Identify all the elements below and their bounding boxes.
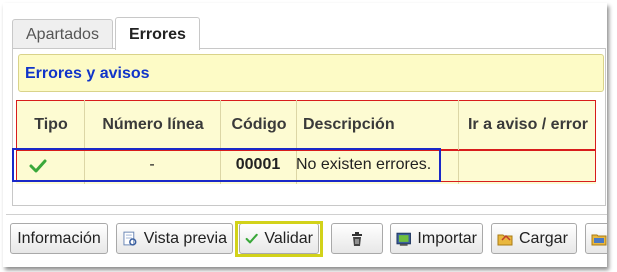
vista-previa-button[interactable]: Vista previa	[116, 223, 233, 254]
table-header: Tipo Número línea Código Descripción Ir …	[16, 100, 596, 150]
ir-a-aviso-cell[interactable]	[458, 150, 596, 182]
cargar-button[interactable]: Cargar	[491, 223, 577, 254]
column-codigo[interactable]: Código	[221, 101, 297, 149]
informacion-button[interactable]: Información	[10, 223, 108, 254]
vista-previa-button-label: Vista previa	[143, 229, 227, 247]
column-tipo[interactable]: Tipo	[17, 101, 85, 149]
validar-highlight-box	[235, 221, 323, 257]
delete-button[interactable]	[331, 223, 383, 254]
trash-icon	[352, 231, 362, 246]
tab-errores[interactable]: Errores	[114, 17, 200, 50]
document-preview-icon	[123, 231, 137, 246]
folder-load-icon	[497, 234, 513, 245]
column-numero-linea[interactable]: Número línea	[85, 101, 221, 149]
folder-button[interactable]	[585, 223, 607, 254]
cargar-button-label: Cargar	[519, 229, 568, 247]
column-descripcion[interactable]: Descripción	[297, 101, 459, 149]
errors-notice-title: Errores y avisos	[25, 65, 150, 82]
tab-apartados[interactable]: Apartados	[12, 19, 113, 49]
tab-bar: Apartados Errores	[12, 17, 202, 50]
column-ir-a-aviso[interactable]: Ir a aviso / error	[459, 101, 597, 149]
importar-button[interactable]: Importar	[390, 223, 483, 254]
informacion-button-label: Información	[17, 229, 101, 247]
import-icon	[396, 232, 411, 246]
importar-button-label: Importar	[417, 229, 477, 247]
row-blue-highlight	[12, 148, 441, 182]
folder-icon	[591, 234, 607, 245]
errors-notice-box: Errores y avisos	[18, 54, 604, 92]
